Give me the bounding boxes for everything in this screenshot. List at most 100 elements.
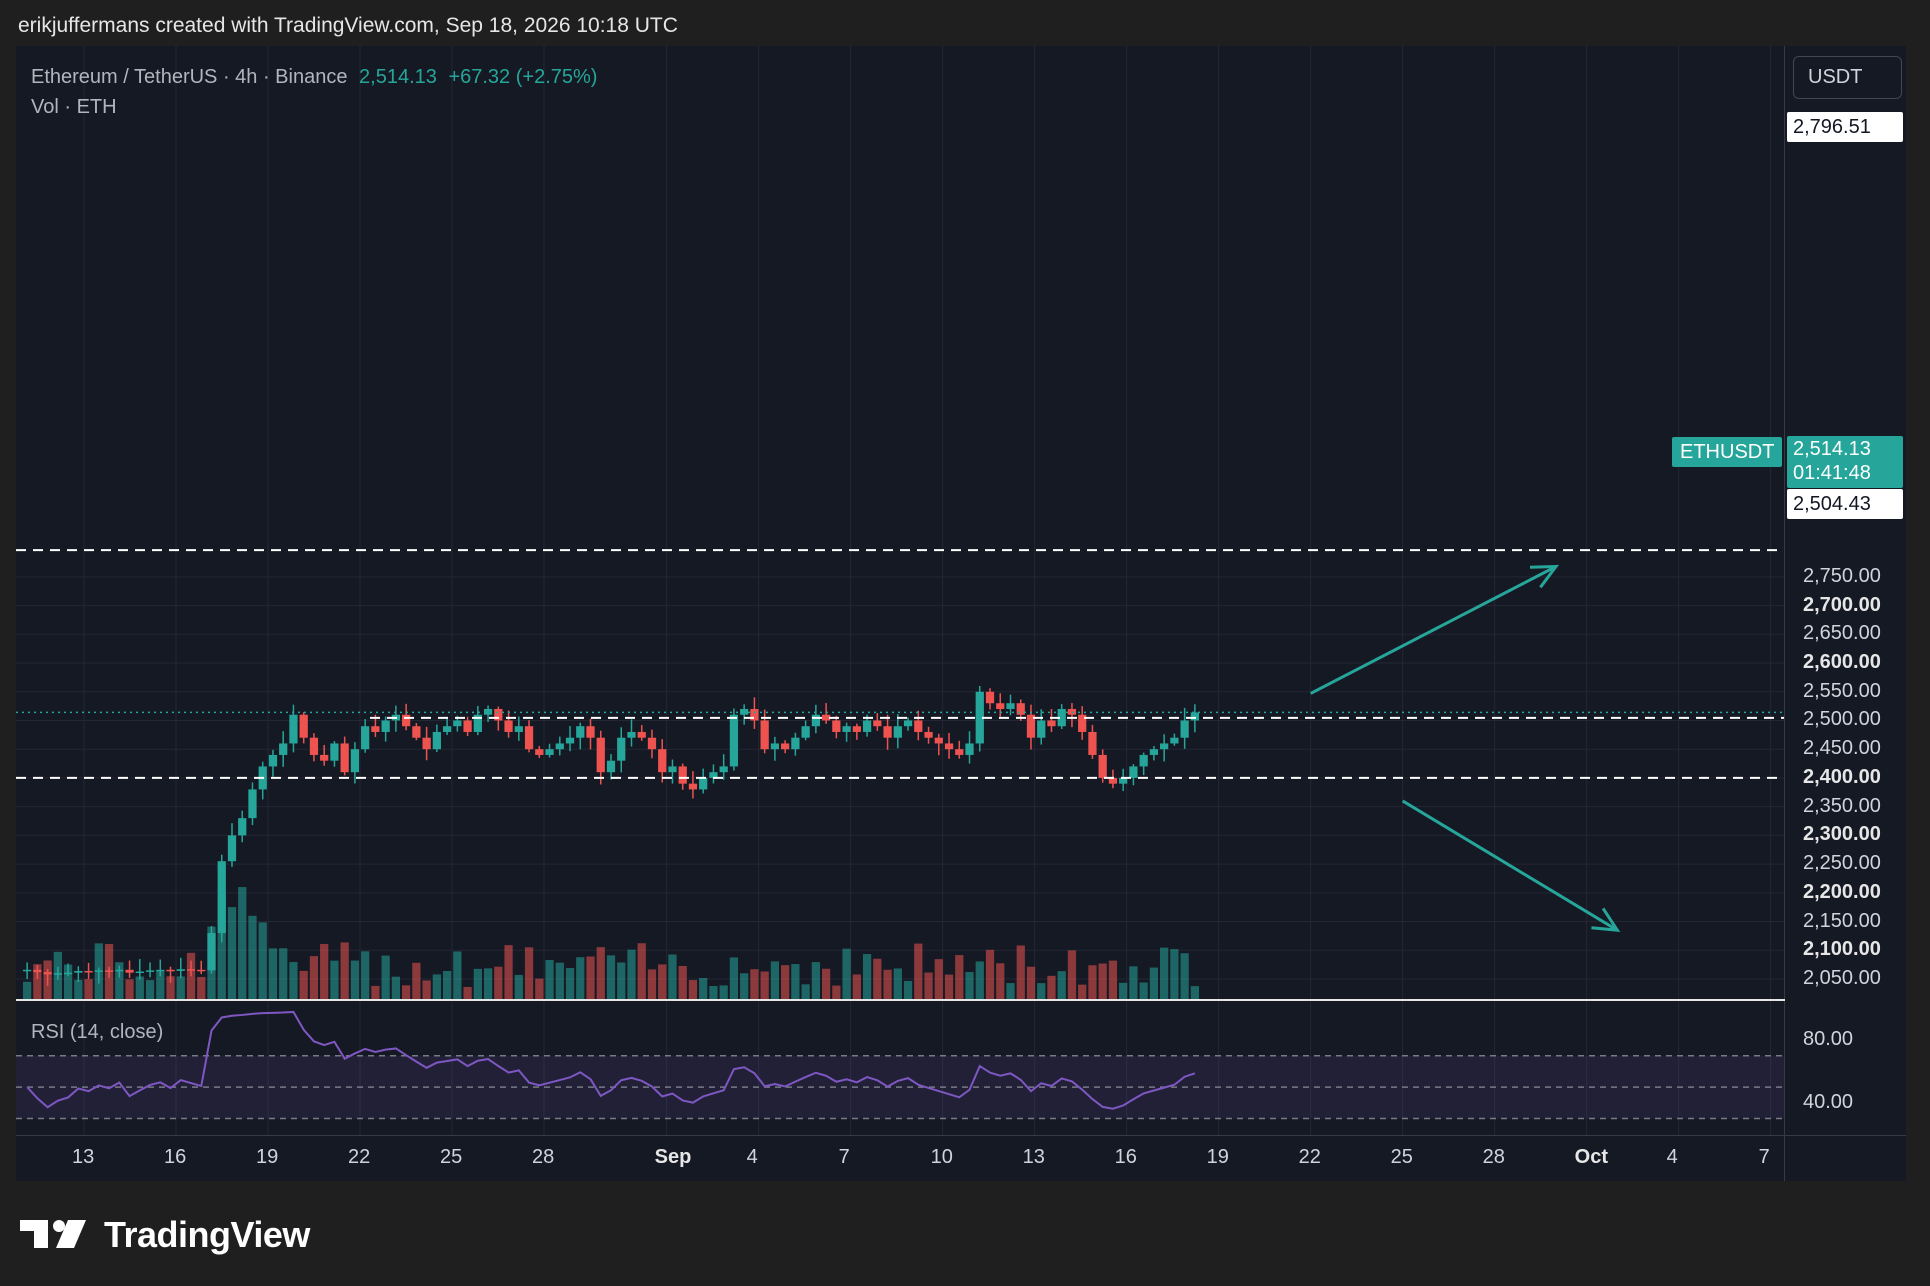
candle-body: [238, 818, 247, 836]
volume-bar: [1078, 984, 1087, 999]
candle-body: [699, 777, 708, 790]
candle-body: [760, 720, 769, 750]
volume-bar: [781, 965, 790, 999]
candle-body: [186, 969, 196, 971]
volume-bar: [1037, 983, 1046, 999]
volume-bar: [985, 949, 995, 999]
volume-bar: [944, 974, 954, 999]
volume-bar: [309, 956, 319, 999]
candle-body: [422, 737, 431, 750]
candle-body: [873, 720, 882, 727]
candle-body: [586, 726, 595, 738]
volume-bar: [453, 951, 462, 999]
candle-body: [903, 720, 913, 727]
candle-body: [156, 969, 165, 972]
volume-bar: [432, 974, 441, 999]
candle-body: [719, 766, 728, 773]
candle-body: [320, 754, 329, 761]
candle-body: [53, 973, 62, 975]
candle-body: [596, 737, 605, 773]
volume-bar: [576, 957, 585, 999]
candle-body: [996, 703, 1005, 709]
time-tick-label: 28: [532, 1146, 555, 1168]
candle-body: [135, 971, 144, 974]
volume-bar: [74, 979, 83, 999]
volume-bar: [647, 969, 657, 999]
volume-bar: [565, 968, 575, 999]
time-tick-label: 25: [1390, 1146, 1413, 1168]
volume-bar: [371, 985, 380, 999]
price-chart[interactable]: [0, 0, 1930, 1286]
price-tick-label: 2,250.00: [1803, 852, 1881, 875]
brand-logo[interactable]: TradingView: [20, 1214, 310, 1256]
candle-body: [1190, 712, 1199, 721]
volume-bar: [1129, 966, 1138, 999]
volume-bar: [668, 954, 677, 999]
time-tick-label: 19: [256, 1146, 279, 1168]
candle-body: [965, 743, 974, 755]
candle-body: [678, 766, 687, 784]
candle-body: [84, 970, 93, 973]
volume-bar: [975, 961, 984, 999]
price-tick-label: 2,350.00: [1803, 794, 1881, 817]
volume-bar: [637, 943, 646, 999]
candle-body: [821, 714, 831, 721]
volume-bar: [514, 974, 523, 999]
volume-bar: [586, 956, 595, 999]
symbol-tag: ETHUSDT: [1672, 437, 1783, 467]
candle-body: [688, 783, 698, 790]
candle-body: [801, 726, 810, 738]
rsi-legend: RSI (14, close): [31, 1021, 164, 1043]
volume-bar: [248, 915, 257, 999]
volume-bar: [996, 963, 1005, 999]
volume-bar: [862, 954, 872, 999]
candle-body: [104, 970, 114, 972]
volume-bar: [1139, 982, 1148, 999]
candle-body: [463, 720, 472, 732]
volume-bar: [852, 974, 861, 999]
candle-body: [145, 970, 155, 972]
volume-bar: [709, 986, 718, 999]
candle-body: [914, 720, 923, 732]
volume-bar: [1108, 960, 1118, 999]
candle-body: [63, 972, 73, 975]
currency-unit-button[interactable]: USDT: [1793, 56, 1902, 99]
volume-bar: [1057, 971, 1066, 999]
price-axis-divider: [1784, 46, 1785, 1181]
volume-bar: [483, 968, 493, 999]
candle-body: [402, 714, 411, 727]
volume-bar: [606, 955, 616, 999]
candle-body: [811, 714, 820, 727]
candle-body: [791, 737, 800, 750]
pane-separator[interactable]: [16, 999, 1785, 1001]
candle-body: [955, 749, 964, 755]
price-tick-label: 2,450.00: [1803, 737, 1881, 760]
candle-body: [1180, 720, 1189, 738]
candle-body: [33, 969, 42, 973]
volume-bar: [729, 957, 739, 999]
bar-countdown: 01:41:48: [1793, 462, 1871, 484]
candle-body: [23, 969, 32, 972]
volume-bar: [811, 962, 820, 999]
candle-body: [545, 749, 554, 755]
price-tick-label: 2,600.00: [1803, 651, 1881, 674]
candles: [23, 685, 1199, 986]
price-tick-label: 2,750.00: [1803, 564, 1881, 587]
arrow-down-head: [1591, 907, 1621, 932]
volume-bar: [719, 985, 728, 999]
price-tick-label: 2,650.00: [1803, 622, 1881, 645]
volume-bar: [545, 959, 554, 999]
volume-bar: [145, 980, 155, 999]
volume-bar: [934, 959, 943, 999]
candle-body: [658, 749, 667, 773]
candle-body: [1139, 754, 1148, 767]
candle-body: [74, 970, 83, 973]
last-price-value: 2,514.13: [1793, 438, 1871, 460]
volume-bar: [381, 955, 390, 999]
volume-bar: [903, 980, 913, 999]
volume-bar: [750, 969, 759, 999]
volume-bar: [391, 976, 401, 999]
volume-bar: [893, 968, 902, 999]
candle-body: [1129, 766, 1138, 778]
candle-body: [176, 969, 185, 971]
